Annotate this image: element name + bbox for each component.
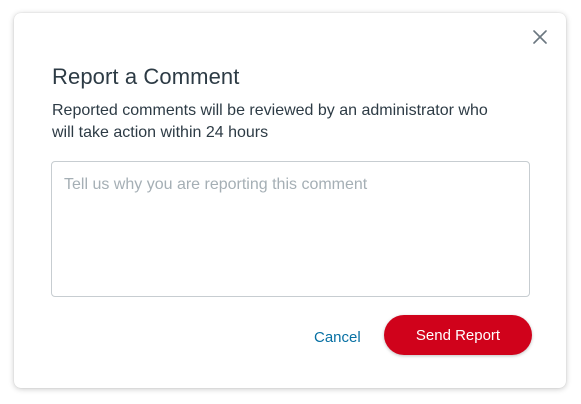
close-button[interactable] (530, 27, 550, 47)
dialog-description: Reported comments will be reviewed by an… (52, 102, 488, 141)
cancel-button[interactable]: Cancel (304, 325, 371, 350)
close-icon (533, 30, 547, 44)
send-report-button[interactable]: Send Report (384, 315, 532, 355)
report-comment-dialog: Report a Comment Reported comments will … (14, 13, 566, 388)
page-backdrop: Report a Comment Reported comments will … (0, 0, 581, 404)
dialog-title: Report a Comment (52, 64, 240, 89)
report-reason-input[interactable] (51, 161, 530, 297)
